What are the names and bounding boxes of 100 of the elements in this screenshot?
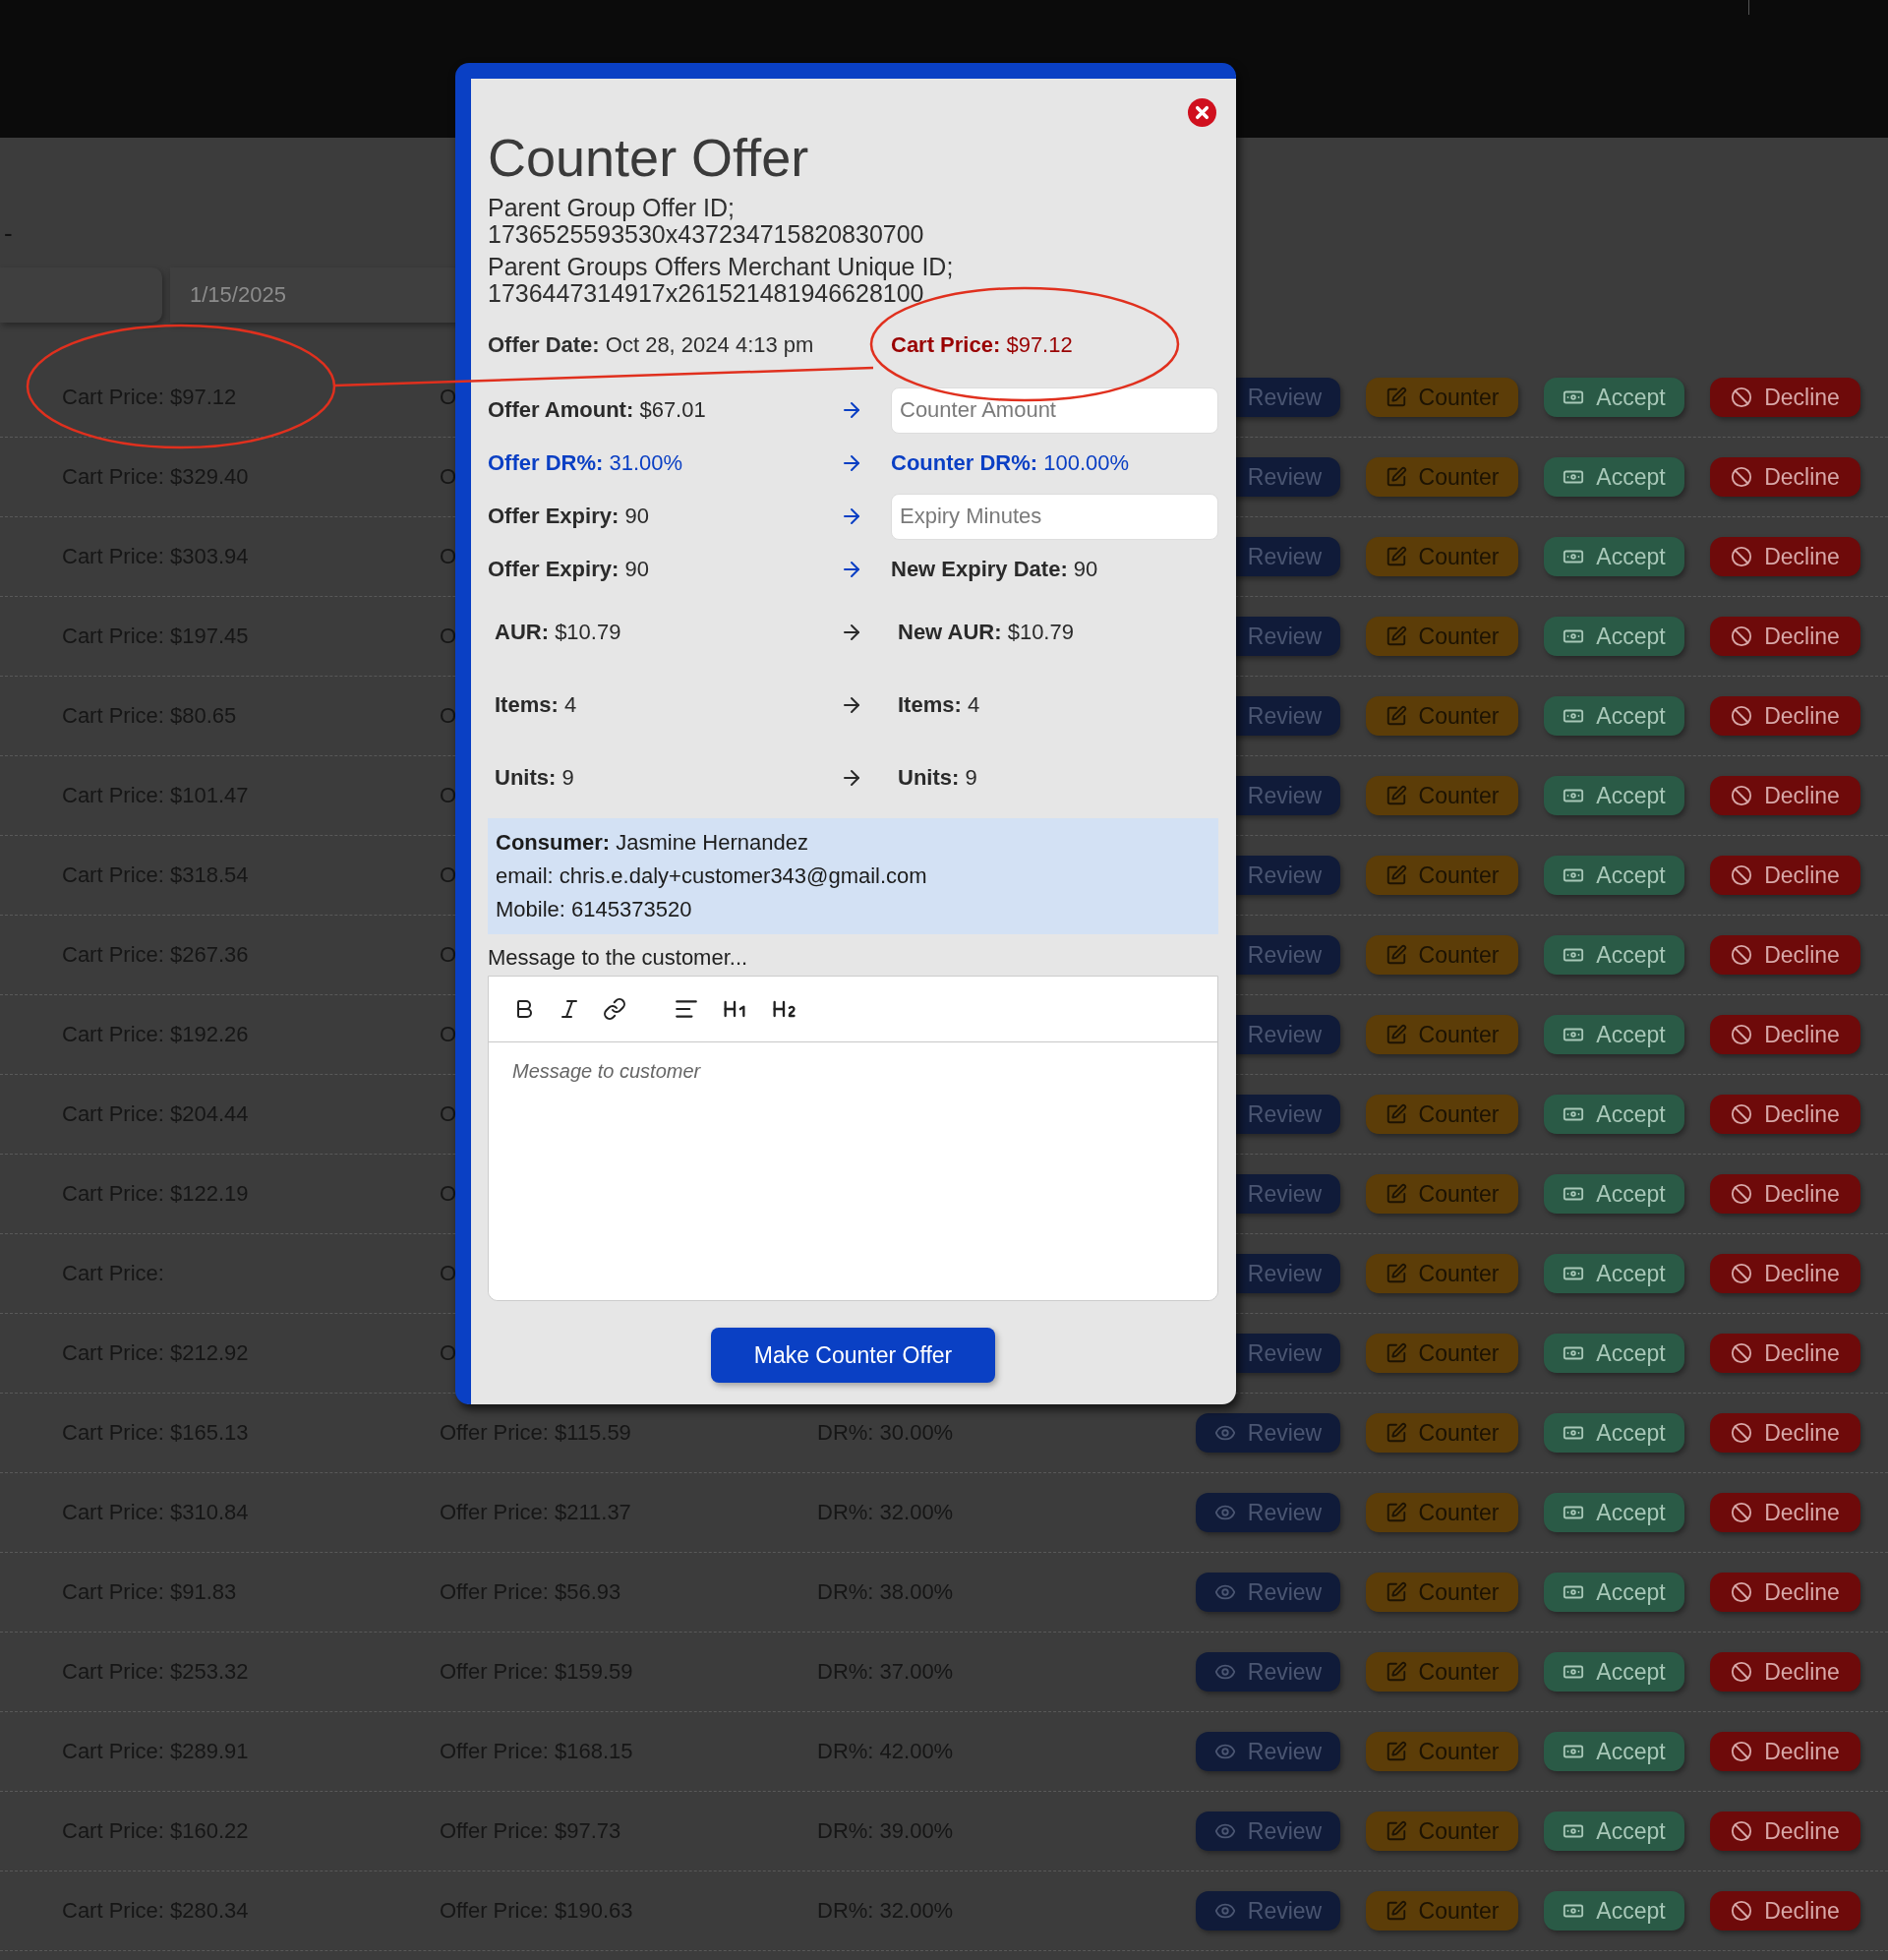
pencil-icon: [1385, 1741, 1407, 1762]
ban-icon: [1731, 705, 1753, 727]
decline-button[interactable]: Decline: [1710, 1015, 1860, 1054]
link-icon[interactable]: [603, 997, 626, 1021]
offer-value: Offer Expiry: 90: [488, 557, 649, 582]
decline-button[interactable]: Decline: [1710, 617, 1860, 656]
pencil-icon: [1385, 546, 1407, 567]
decline-button[interactable]: Decline: [1710, 1812, 1860, 1851]
review-button[interactable]: Review: [1196, 1812, 1340, 1851]
stat-value: AUR: $10.79: [494, 620, 621, 645]
id-label: Parent Groups Offers Merchant Unique ID;: [488, 254, 954, 280]
decline-button[interactable]: Decline: [1710, 1891, 1860, 1930]
stat-value: New AUR: $10.79: [897, 620, 1074, 645]
decline-button[interactable]: Decline: [1710, 1254, 1860, 1293]
accept-button[interactable]: Accept: [1544, 1254, 1684, 1293]
input-field[interactable]: Counter Amount: [891, 386, 1218, 434]
accept-button[interactable]: Accept: [1544, 856, 1684, 895]
consumer-mobile: Mobile: 6145373520: [496, 896, 692, 923]
ban-icon: [1731, 1342, 1753, 1364]
review-button[interactable]: Review: [1196, 1891, 1340, 1930]
pencil-icon: [1385, 466, 1407, 488]
accept-button[interactable]: Accept: [1544, 1812, 1684, 1851]
close-button[interactable]: [1188, 98, 1216, 127]
ban-icon: [1731, 1263, 1753, 1284]
counter-value: New Expiry Date: 90: [891, 557, 1098, 582]
decline-button[interactable]: Decline: [1710, 1334, 1860, 1373]
accept-button[interactable]: Accept: [1544, 1095, 1684, 1134]
decline-button[interactable]: Decline: [1710, 1095, 1860, 1134]
pencil-icon: [1385, 1422, 1407, 1444]
decline-button[interactable]: Decline: [1710, 696, 1860, 736]
close-icon: [1193, 103, 1211, 122]
accept-button[interactable]: Accept: [1544, 1015, 1684, 1054]
pencil-icon: [1385, 1502, 1407, 1523]
ban-icon: [1731, 546, 1753, 567]
decline-button[interactable]: Decline: [1710, 935, 1860, 975]
accept-button[interactable]: Accept: [1544, 617, 1684, 656]
decline-button[interactable]: Decline: [1710, 1413, 1860, 1453]
ban-icon: [1731, 864, 1753, 886]
accept-button[interactable]: Accept: [1544, 1493, 1684, 1532]
ban-icon: [1731, 1661, 1753, 1683]
decline-button[interactable]: Decline: [1710, 776, 1860, 815]
pencil-icon: [1385, 1820, 1407, 1842]
decline-button[interactable]: Decline: [1710, 378, 1860, 417]
pencil-icon: [1385, 1342, 1407, 1364]
accept-button[interactable]: Accept: [1544, 1413, 1684, 1453]
offer-value: Offer Expiry: 90: [488, 504, 649, 529]
ban-icon: [1731, 1103, 1753, 1125]
message-editor[interactable]: Message to customer: [488, 976, 1218, 1301]
pencil-icon: [1385, 1103, 1407, 1125]
accept-button[interactable]: Accept: [1544, 1334, 1684, 1373]
review-button[interactable]: Review: [1196, 1413, 1340, 1453]
decline-button[interactable]: Decline: [1710, 1573, 1860, 1612]
accept-button[interactable]: Accept: [1544, 1573, 1684, 1612]
ban-icon: [1731, 625, 1753, 647]
accept-button[interactable]: Accept: [1544, 696, 1684, 736]
accept-button[interactable]: Accept: [1544, 378, 1684, 417]
decline-button[interactable]: Decline: [1710, 1493, 1860, 1532]
decline-button[interactable]: Decline: [1710, 1174, 1860, 1214]
accept-button[interactable]: Accept: [1544, 457, 1684, 497]
pencil-icon: [1385, 1900, 1407, 1922]
pencil-icon: [1385, 625, 1407, 647]
decline-button[interactable]: Decline: [1710, 1732, 1860, 1771]
dialog-title: Counter Offer: [488, 127, 809, 189]
stat-value: Items: 4: [494, 692, 577, 718]
ban-icon: [1731, 1024, 1753, 1045]
submit-button[interactable]: Make Counter Offer: [711, 1328, 995, 1383]
ban-icon: [1731, 785, 1753, 806]
accept-button[interactable]: Accept: [1544, 935, 1684, 975]
decline-button[interactable]: Decline: [1710, 1652, 1860, 1692]
counter-value: Counter DR%: 100.00%: [891, 450, 1130, 476]
decline-button[interactable]: Decline: [1710, 537, 1860, 576]
ban-icon: [1731, 1502, 1753, 1523]
offer-value: Offer Amount: $67.01: [488, 397, 706, 423]
review-button[interactable]: Review: [1196, 1652, 1340, 1692]
accept-button[interactable]: Accept: [1544, 1891, 1684, 1930]
review-button[interactable]: Review: [1196, 1493, 1340, 1532]
pencil-icon: [1385, 386, 1407, 408]
accept-button[interactable]: Accept: [1544, 1732, 1684, 1771]
stat-value: Items: 4: [897, 692, 980, 718]
ban-icon: [1731, 466, 1753, 488]
review-button[interactable]: Review: [1196, 1732, 1340, 1771]
pencil-icon: [1385, 1183, 1407, 1205]
message-label: Message to the customer...: [488, 944, 748, 972]
decline-button[interactable]: Decline: [1710, 457, 1860, 497]
ban-icon: [1731, 1581, 1753, 1603]
offer-value: Offer DR%: 31.00%: [488, 450, 683, 476]
accept-button[interactable]: Accept: [1544, 537, 1684, 576]
ban-icon: [1731, 1422, 1753, 1444]
ban-icon: [1731, 1183, 1753, 1205]
review-button[interactable]: Review: [1196, 1573, 1340, 1612]
cart-price: Cart Price: $97.12: [891, 332, 1073, 358]
accept-button[interactable]: Accept: [1544, 776, 1684, 815]
accept-button[interactable]: Accept: [1544, 1652, 1684, 1692]
id-label: Parent Group Offer ID;: [488, 195, 736, 221]
ban-icon: [1731, 386, 1753, 408]
accept-button[interactable]: Accept: [1544, 1174, 1684, 1214]
pencil-icon: [1385, 944, 1407, 966]
decline-button[interactable]: Decline: [1710, 856, 1860, 895]
input-field[interactable]: Expiry Minutes: [891, 493, 1218, 540]
pencil-icon: [1385, 1263, 1407, 1284]
